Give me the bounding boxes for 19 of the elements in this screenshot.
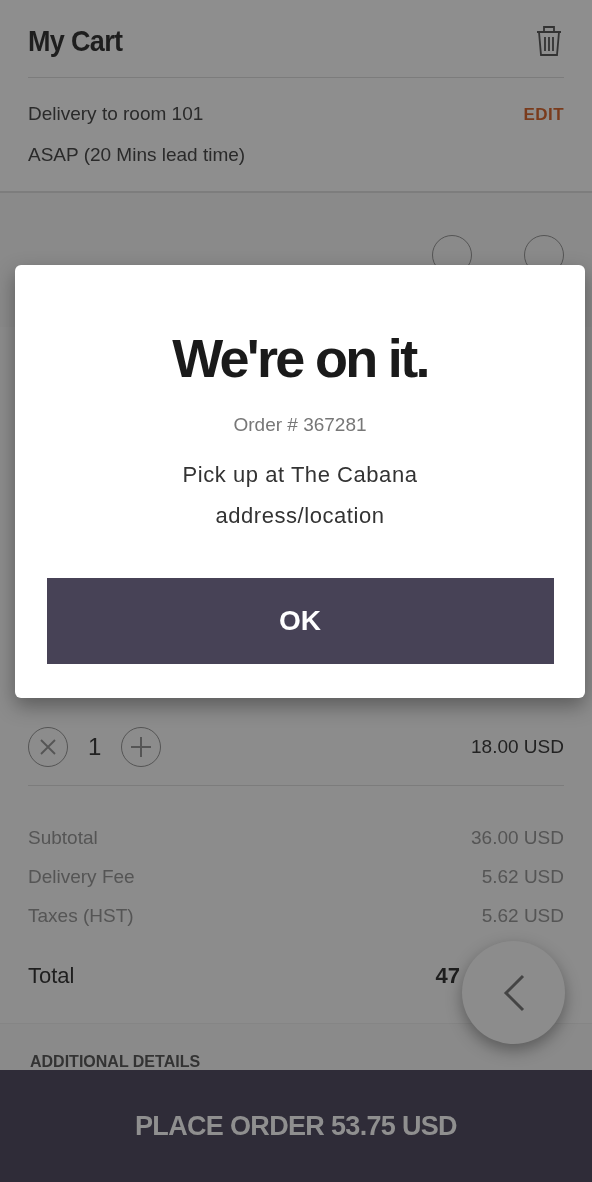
close-icon xyxy=(40,739,56,755)
chevron-left-icon xyxy=(502,973,525,1012)
dialog-title: We're on it. xyxy=(172,331,428,385)
dialog-message: address/location xyxy=(215,501,385,530)
page-title: My Cart xyxy=(28,23,123,59)
item-quantity: 1 xyxy=(88,732,102,762)
place-order-button[interactable]: PLACE ORDER 53.75 USD xyxy=(0,1070,592,1182)
total-value: 47 xyxy=(435,962,460,990)
edit-link[interactable]: EDIT xyxy=(523,100,564,129)
dialog-message: Pick up at The Cabana xyxy=(182,460,418,489)
delivery-text: Delivery to room 101 xyxy=(28,102,204,126)
section-heading: ADDITIONAL DETAILS xyxy=(30,1053,201,1070)
ok-button[interactable]: OK xyxy=(46,577,554,664)
total-label: Total xyxy=(28,962,75,990)
trash-icon[interactable] xyxy=(534,23,564,58)
timing-text: ASAP (20 Mins lead time) xyxy=(28,143,246,165)
item-price: 18.00 USD xyxy=(471,734,564,759)
order-number: Order # 367281 xyxy=(233,413,367,437)
plus-icon xyxy=(131,737,152,757)
